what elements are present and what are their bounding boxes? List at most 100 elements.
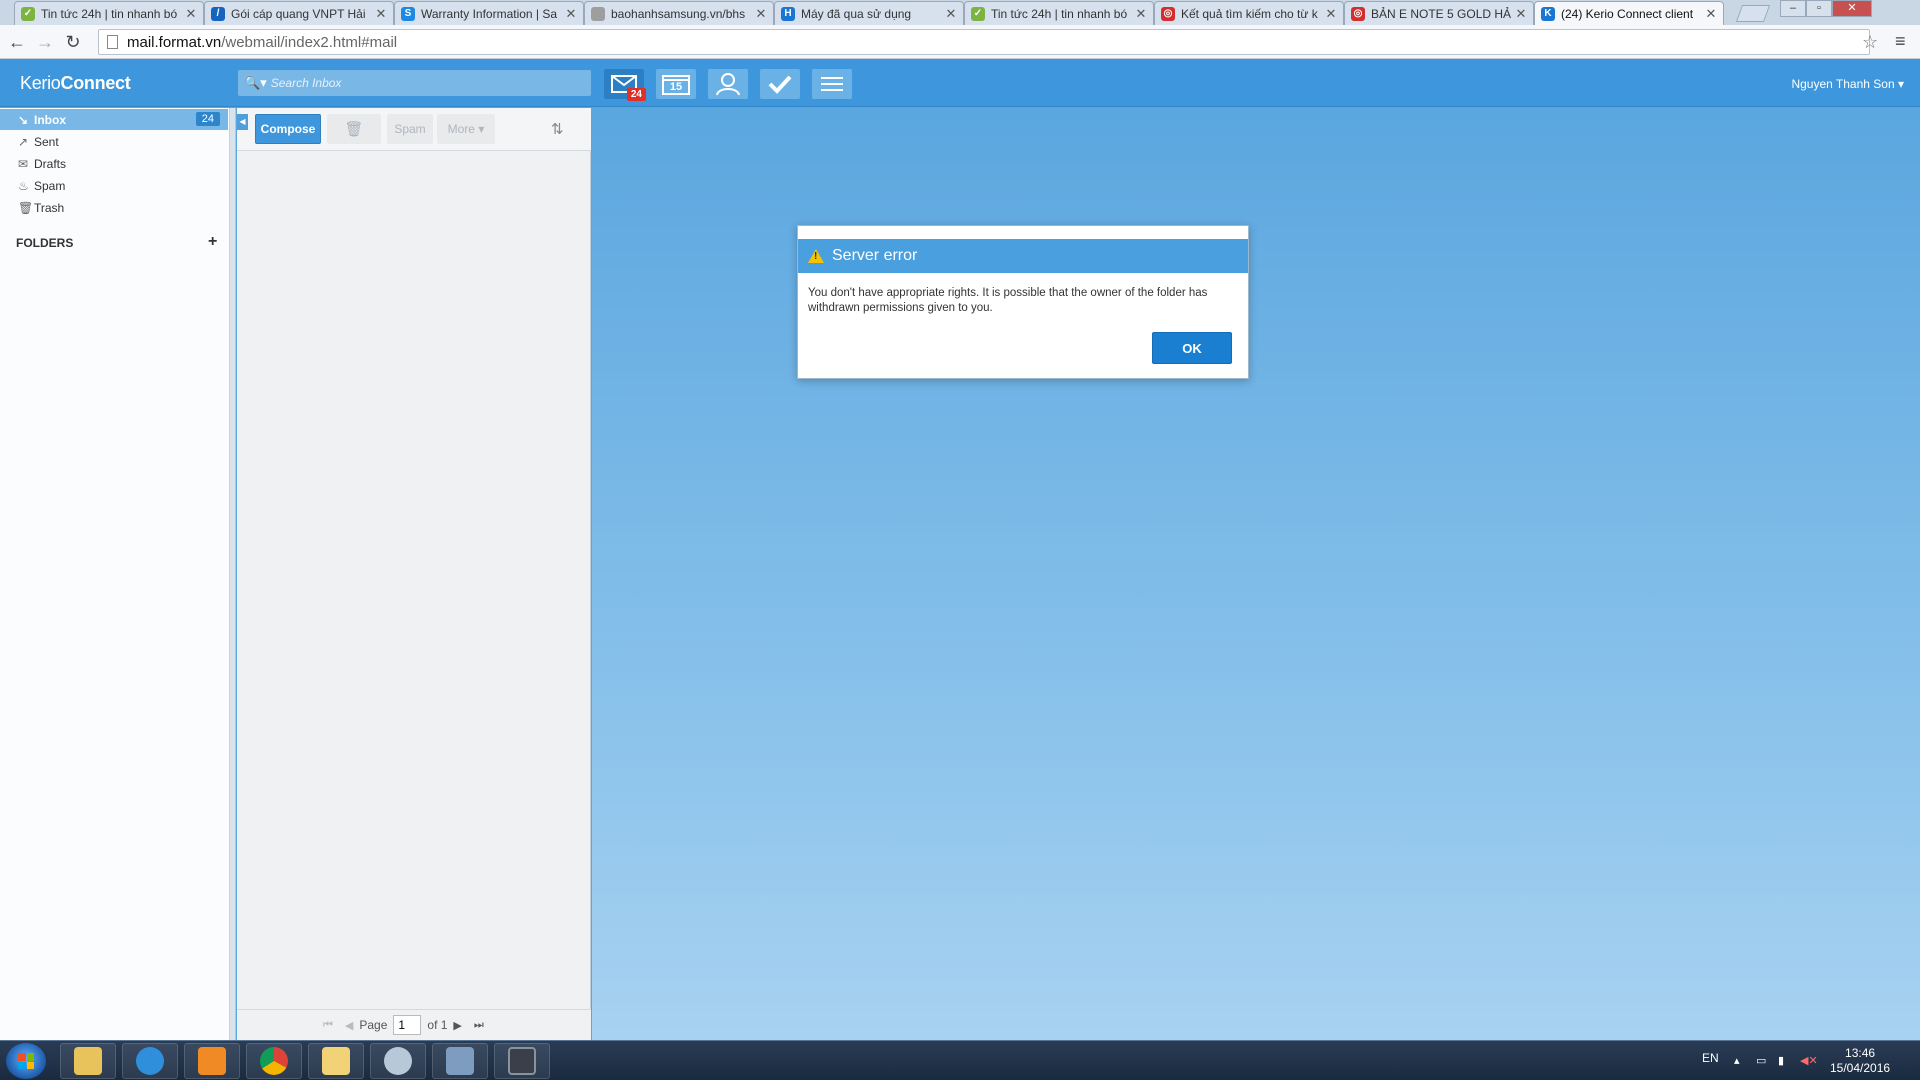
folder-sidebar: ↘ Inbox 24 ↗ Sent ✉ Drafts ♨ Spam 🗑 Trash FOLDERS … (0, 108, 230, 1040)
sidebar-splitter[interactable] (230, 108, 236, 1040)
trash-icon: 🗑 (18, 200, 34, 215)
tab-label: Tin tức 24h | tin nhanh bó (991, 6, 1128, 21)
ok-button[interactable]: OK (1152, 332, 1232, 364)
browser-tab[interactable]: / Gói cáp quang VNPT Hải ✕ (204, 1, 394, 25)
show-hidden-icons-icon[interactable]: ▴ (1734, 1054, 1746, 1067)
add-folder-icon[interactable]: + (208, 233, 217, 251)
search-box[interactable]: 🔍▾ (238, 70, 591, 96)
folders-heading: FOLDERS (16, 236, 74, 250)
start-button[interactable] (6, 1043, 46, 1079)
tab-close-icon[interactable]: ✕ (1515, 6, 1527, 22)
system-clock[interactable]: 13:46 15/04/2016 (1830, 1046, 1890, 1076)
app-header: KerioConnect 🔍▾ 24 15 Nguyen Thanh Son ▾ (0, 59, 1920, 107)
tab-close-icon[interactable]: ✕ (755, 6, 767, 22)
message-preview-area (592, 108, 1920, 1040)
taskbar-ie[interactable] (122, 1043, 178, 1079)
page-icon (107, 35, 118, 49)
network-icon[interactable]: ▭ (1756, 1054, 1768, 1067)
tab-close-icon[interactable]: ✕ (375, 6, 387, 22)
paint-icon (384, 1047, 412, 1075)
browser-tab[interactable]: S Warranty Information | Sa ✕ (394, 1, 584, 25)
sidebar-item-trash[interactable]: 🗑 Trash (0, 197, 228, 218)
prev-page-icon[interactable]: ◀ (345, 1019, 353, 1032)
notes-module-button[interactable] (812, 69, 852, 99)
sidebar-item-inbox[interactable]: ↘ Inbox 24 (0, 109, 228, 130)
close-window-button[interactable]: ✕ (1832, 0, 1872, 17)
mail-module-button[interactable]: 24 (604, 69, 646, 101)
last-page-icon[interactable]: ⏭ (474, 1019, 484, 1032)
drafts-icon: ✉ (18, 156, 29, 171)
taskbar-mail[interactable] (308, 1043, 364, 1079)
tab-label: (24) Kerio Connect client (1561, 6, 1694, 21)
virtualbox-icon (446, 1047, 474, 1075)
tab-label: Warranty Information | Sa (421, 6, 558, 21)
search-input[interactable] (270, 76, 571, 90)
address-bar[interactable]: mail.format.vn/webmail/index2.html#mail (98, 29, 1870, 55)
taskbar-explorer[interactable] (60, 1043, 116, 1079)
tab-close-icon[interactable]: ✕ (1135, 6, 1147, 22)
page-number-input[interactable] (393, 1015, 422, 1035)
compose-button[interactable]: Compose (255, 114, 321, 144)
contacts-icon (716, 73, 740, 96)
sidebar-item-label: Trash (34, 200, 65, 215)
user-menu[interactable]: Nguyen Thanh Son ▾ (1791, 77, 1904, 91)
tasks-module-button[interactable] (760, 69, 800, 99)
kerio-logo[interactable]: KerioConnect (20, 73, 131, 94)
calendar-module-button[interactable]: 15 (656, 69, 696, 99)
spam-icon: ♨ (18, 178, 29, 193)
taskbar-paint[interactable] (370, 1043, 426, 1079)
sidebar-item-drafts[interactable]: ✉ Drafts (0, 153, 228, 174)
browser-tab[interactable]: ✓ Tin tức 24h | tin nhanh bó ✕ (964, 1, 1154, 25)
browser-tab[interactable]: ◎ BẢN E NOTE 5 GOLD HẢI ✕ (1344, 1, 1534, 25)
browser-tab[interactable]: H Máy đã qua sử dụng ✕ (774, 1, 964, 25)
browser-tab-strip: ✓ Tin tức 24h | tin nhanh bó ✕ / Gói cáp qua… (0, 0, 1920, 25)
sidebar-item-sent[interactable]: ↗ Sent (0, 131, 228, 152)
browser-menu-icon[interactable]: ≡ (1895, 31, 1906, 52)
tab-close-icon[interactable]: ✕ (185, 6, 197, 22)
pagination-bar: ⏮ ◀ Page of 1 ▶ ⏭ (237, 1009, 591, 1040)
tab-favicon-icon: ✓ (21, 6, 35, 21)
collapse-sidebar-icon[interactable]: ◀ (237, 114, 248, 130)
folder-icon (74, 1047, 102, 1075)
browser-tab[interactable]: K (24) Kerio Connect client ✕ (1534, 1, 1724, 25)
tab-close-icon[interactable]: ✕ (945, 6, 957, 22)
browser-tab[interactable]: ◎ Kết quả tìm kiếm cho từ k ✕ (1154, 1, 1344, 25)
back-icon[interactable]: ← (6, 31, 28, 53)
contacts-module-button[interactable] (708, 69, 748, 99)
minimize-button[interactable]: – (1780, 0, 1806, 17)
trash-icon: 🗑 (344, 121, 364, 138)
tab-close-icon[interactable]: ✕ (565, 6, 577, 22)
url-host: mail.format.vn (127, 33, 222, 51)
reload-icon[interactable]: ↻ (62, 31, 84, 53)
bookmark-star-icon[interactable]: ☆ (1862, 32, 1878, 53)
restore-button[interactable]: ▫ (1806, 0, 1832, 17)
next-page-icon[interactable]: ▶ (453, 1019, 461, 1032)
warning-icon: ! (808, 249, 824, 263)
browser-tab[interactable]: ✓ Tin tức 24h | tin nhanh bó ✕ (14, 1, 204, 25)
taskbar-capture-tool[interactable] (494, 1043, 550, 1079)
new-tab-button[interactable] (1735, 5, 1771, 22)
logo-light-text: Kerio (20, 73, 61, 93)
delete-button[interactable]: 🗑 (327, 114, 381, 144)
first-page-icon[interactable]: ⏮ (323, 1019, 333, 1032)
browser-toolbar: ← → ↻ mail.format.vn/webmail/index2.html… (0, 25, 1920, 59)
sort-icon[interactable]: ⇅ (551, 120, 564, 138)
language-indicator[interactable]: EN (1702, 1051, 1719, 1065)
tab-close-icon[interactable]: ✕ (1325, 6, 1337, 22)
browser-tab[interactable]: baohanhsamsung.vn/bhs ✕ (584, 1, 774, 25)
calendar-day: 15 (669, 81, 683, 93)
unread-count-badge: 24 (195, 112, 220, 126)
battery-icon[interactable]: ▮ (1778, 1054, 1790, 1067)
taskbar-media-player[interactable] (184, 1043, 240, 1079)
search-icon[interactable]: 🔍▾ (244, 75, 267, 91)
clock-time: 13:46 (1845, 1046, 1876, 1060)
tab-favicon-icon (591, 6, 605, 21)
taskbar-chrome[interactable] (246, 1043, 302, 1079)
tab-close-icon[interactable]: ✕ (1705, 6, 1717, 22)
forward-icon[interactable]: → (34, 31, 56, 53)
volume-muted-icon[interactable]: ◀✕ (1800, 1054, 1818, 1067)
sidebar-item-spam[interactable]: ♨ Spam (0, 175, 228, 196)
spam-button[interactable]: Spam (387, 114, 433, 144)
taskbar-virtualbox[interactable] (432, 1043, 488, 1079)
more-button[interactable]: More ▾ (437, 114, 495, 144)
